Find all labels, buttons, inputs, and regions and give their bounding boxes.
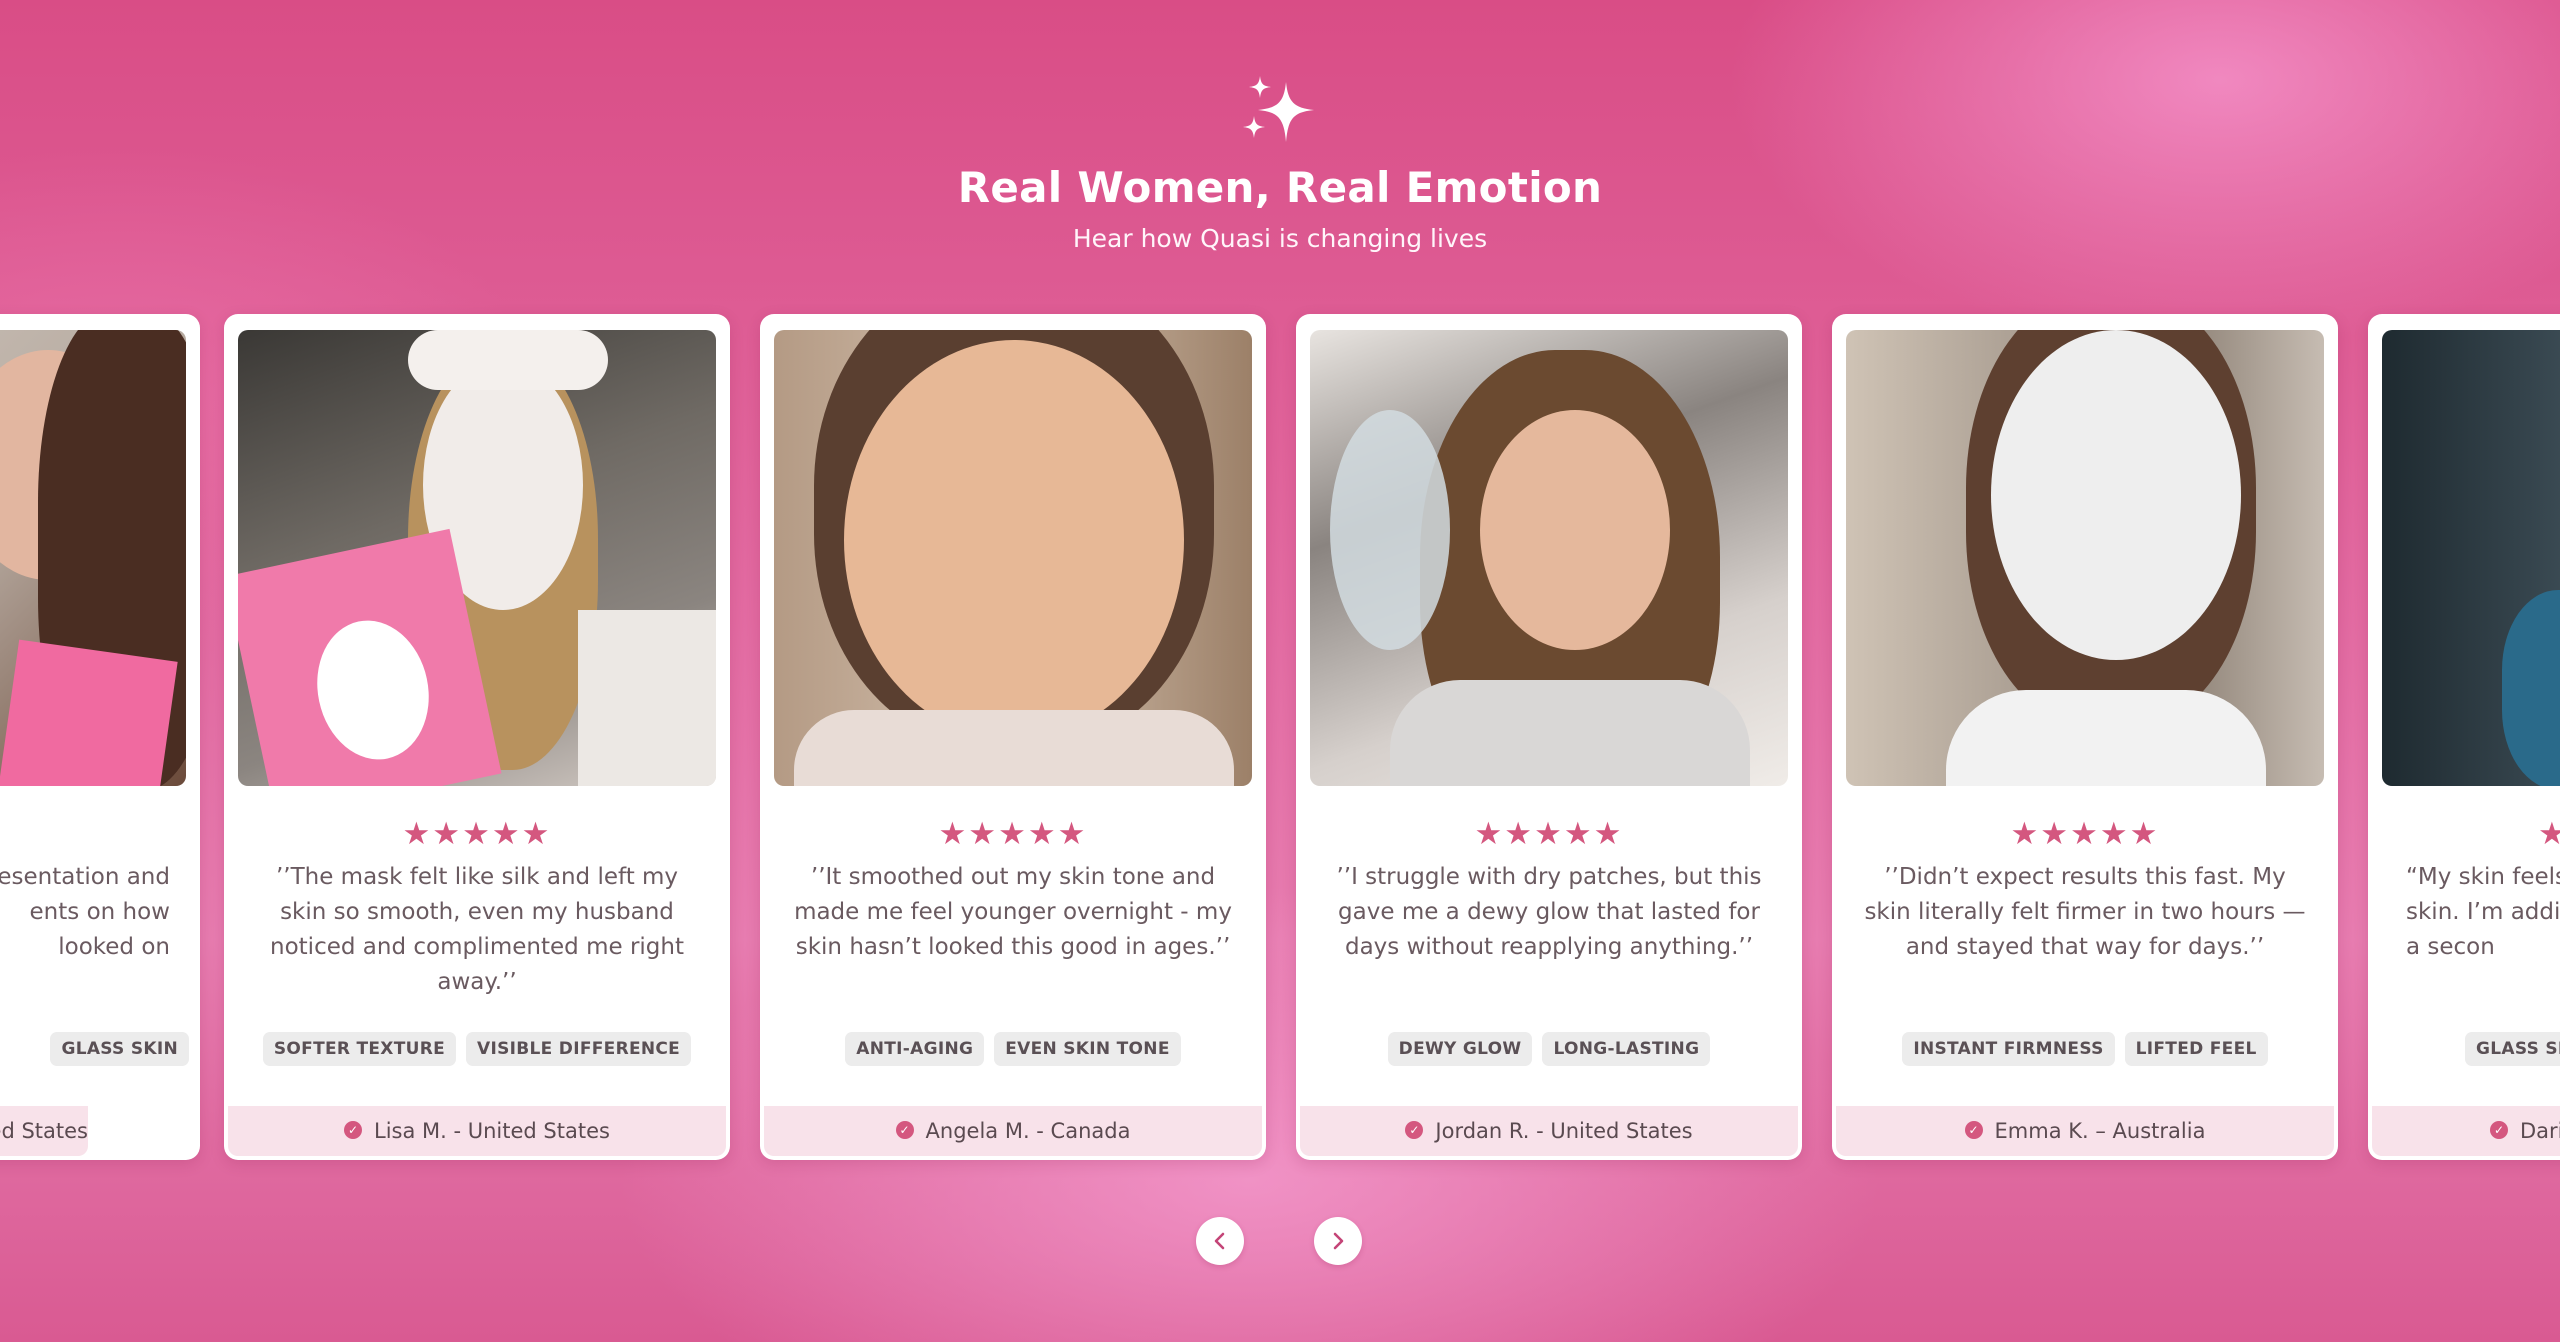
tag: INSTANT FIRMNESS (1902, 1032, 2115, 1066)
testimonials-section: Real Women, Real Emotion Hear how Quasi … (0, 0, 2560, 1342)
check-circle-icon: ✓ (895, 1121, 914, 1139)
tag: GLASS SK (2465, 1032, 2560, 1066)
tag: SOFTER TEXTURE (262, 1032, 457, 1066)
reviewer-footer: ✓ Dari (2372, 1106, 2560, 1156)
reviewer-name: ed States (0, 1119, 88, 1143)
tag-list: SOFTER TEXTURE VISIBLE DIFFERENCE (224, 1032, 730, 1066)
customer-photo (238, 330, 716, 786)
reviewer-name: Lisa M. - United States (374, 1119, 610, 1143)
tag: DEWY GLOW (1387, 1032, 1533, 1066)
reviewer-footer: ✓ Jordan R. - United States (1300, 1106, 1798, 1156)
reviewer-name: Angela M. - Canada (925, 1119, 1131, 1143)
tag-list: DEWY GLOW LONG-LASTING (1296, 1032, 1802, 1066)
tag-list: GLASS SKIN (0, 1032, 194, 1066)
check-circle-icon: ✓ (344, 1121, 363, 1139)
chevron-right-icon (1333, 1232, 1344, 1250)
rating-stars: ★ (0, 816, 200, 852)
check-circle-icon: ✓ (2490, 1121, 2508, 1139)
rating-stars: ★★★★★ (402, 816, 552, 852)
testimonial-quote: ’’Didn’t expect results this fast. My sk… (1864, 864, 2306, 960)
tag: VISIBLE DIFFERENCE (466, 1032, 692, 1066)
reviewer-footer: ✓ Emma K. – Australia (1836, 1106, 2334, 1156)
testimonial-card[interactable]: ★★★★★ ’’Didn’t expect results this fast.… (1832, 314, 2338, 1160)
tag: LIFTED FEEL (2124, 1032, 2268, 1066)
testimonial-card[interactable]: ★★★★★ ’’The mask felt like silk and left… (224, 314, 730, 1160)
testimonial-quote: ’’The mask felt like silk and left my sk… (270, 864, 684, 995)
customer-photo (0, 330, 186, 786)
next-button[interactable] (1314, 1217, 1362, 1265)
testimonial-card[interactable]: ★ esentation and ents on how looked on G… (0, 314, 200, 1160)
check-circle-icon: ✓ (1964, 1121, 1983, 1139)
reviewer-footer: ✓ Lisa M. - United States (228, 1106, 726, 1156)
tag-list: ANTI-AGING EVEN SKIN TONE (760, 1032, 1266, 1066)
tag-list: INSTANT FIRMNESS LIFTED FEEL (1832, 1032, 2338, 1066)
tag: LONG-LASTING (1542, 1032, 1711, 1066)
tag: EVEN SKIN TONE (994, 1032, 1181, 1066)
testimonial-quote: “My skin feels skin. I’m addic a secon (2406, 864, 2560, 960)
tag: GLASS SKIN (50, 1032, 189, 1066)
rating-stars: ★★★★★ (2010, 816, 2160, 852)
check-circle-icon: ✓ (1405, 1121, 1424, 1139)
testimonial-card[interactable]: ★ “My skin feels skin. I’m addic a secon… (2368, 314, 2560, 1160)
section-title: Real Women, Real Emotion (957, 163, 1603, 212)
rating-stars: ★ (2538, 816, 2560, 852)
rating-stars: ★★★★★ (1474, 816, 1624, 852)
testimonial-quote: ’’I struggle with dry patches, but this … (1336, 864, 1762, 960)
reviewer-name: Dari (2520, 1119, 2560, 1143)
reviewer-footer: ed States (0, 1106, 88, 1156)
rating-stars: ★★★★★ (938, 816, 1088, 852)
reviewer-name: Emma K. – Australia (1994, 1119, 2206, 1143)
testimonial-quote: ’’It smoothed out my skin tone and made … (794, 864, 1232, 960)
sparkle-icon (1243, 76, 1314, 142)
prev-button[interactable] (1196, 1217, 1244, 1265)
customer-photo (774, 330, 1252, 786)
reviewer-name: Jordan R. - United States (1435, 1119, 1693, 1143)
testimonial-quote: esentation and ents on how looked on (0, 864, 170, 960)
chevron-left-icon (1214, 1232, 1225, 1250)
section-subtitle: Hear how Quasi is changing lives (1072, 224, 1488, 253)
customer-photo (1310, 330, 1788, 786)
tag: ANTI-AGING (845, 1032, 985, 1066)
testimonial-card[interactable]: ★★★★★ ’’It smoothed out my skin tone and… (760, 314, 1266, 1160)
tag-list: GLASS SK (2460, 1032, 2560, 1066)
reviewer-footer: ✓ Angela M. - Canada (764, 1106, 1262, 1156)
customer-photo (2382, 330, 2560, 786)
testimonial-card[interactable]: ★★★★★ ’’I struggle with dry patches, but… (1296, 314, 1802, 1160)
customer-photo (1846, 330, 2324, 786)
